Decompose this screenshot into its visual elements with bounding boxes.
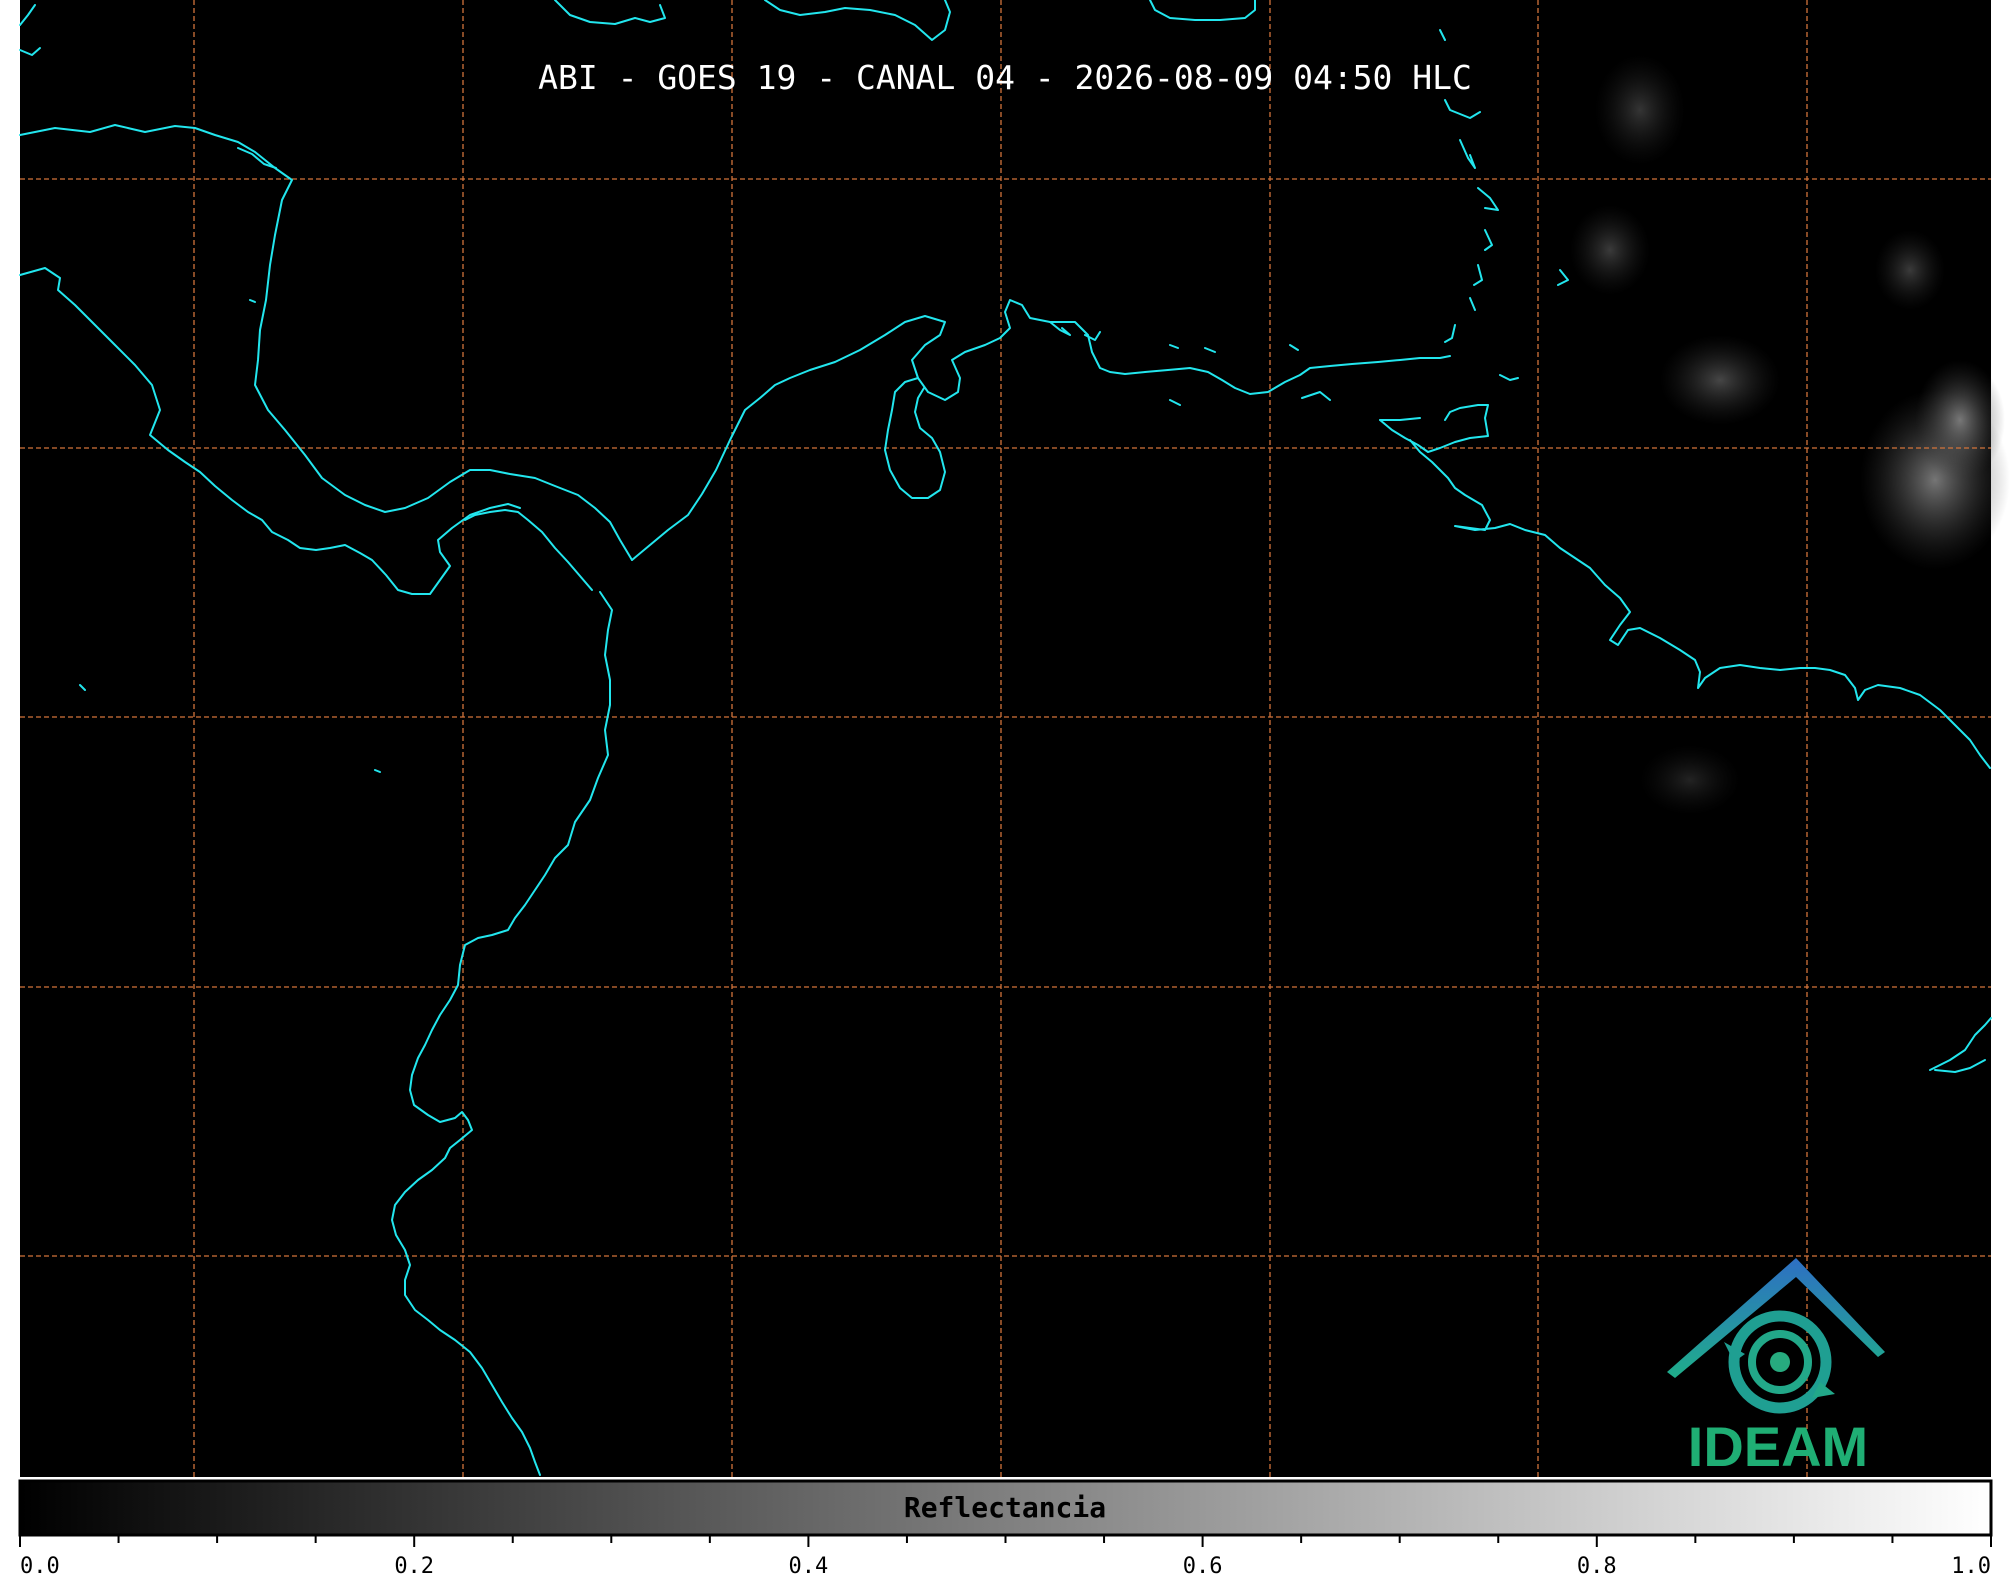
- colorbar-tick-label: 1.0: [1951, 1554, 1991, 1577]
- colorbar-tick-label: 0.4: [789, 1554, 829, 1577]
- colorbar-tick-label: 0.8: [1577, 1554, 1617, 1577]
- image-title: ABI - GOES 19 - CANAL 04 - 2026-08-09 04…: [538, 58, 1472, 97]
- logo-text: IDEAM: [1688, 1415, 1868, 1478]
- colorbar-tick-label: 0.0: [20, 1554, 60, 1577]
- colorbar-label: Reflectancia: [904, 1491, 1106, 1524]
- colorbar-ticks: 0.0 0.2 0.4 0.6 0.8 1.0: [19, 1535, 1992, 1577]
- colorbar-tick-label: 0.6: [1183, 1554, 1223, 1577]
- colorbar-tick-label: 0.2: [394, 1554, 434, 1577]
- satellite-figure: ABI - GOES 19 - CANAL 04 - 2026-08-09 04…: [18, 0, 2010, 1577]
- colorbar: Reflectancia 0.0 0.2 0.4 0.6 0.8 1.0: [18, 1479, 1993, 1577]
